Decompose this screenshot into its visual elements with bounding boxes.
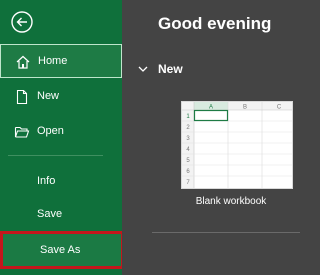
- nav-save-label: Save: [37, 208, 63, 220]
- page-title: Good evening: [158, 14, 272, 33]
- sidebar-divider: [8, 155, 103, 156]
- nav-save-as[interactable]: Save As: [0, 231, 124, 269]
- nav-home-label: Home: [38, 55, 68, 67]
- spreadsheet-grid-icon: A B C 1 2 3 4 5 6 7: [182, 102, 292, 188]
- nav-info[interactable]: Info: [0, 165, 122, 199]
- backstage-main: Good evening New A B C 1 2 3 4 5 6 7 Bla…: [122, 0, 300, 275]
- blank-workbook-label[interactable]: Blank workbook: [166, 196, 296, 207]
- nav-open[interactable]: Open: [0, 115, 122, 149]
- nav-new[interactable]: New: [0, 80, 122, 114]
- column-header: A: [209, 105, 213, 111]
- column-header: C: [277, 105, 282, 111]
- home-icon: [15, 54, 31, 70]
- blank-workbook-thumbnail[interactable]: A B C 1 2 3 4 5 6 7: [181, 101, 293, 189]
- nav-new-label: New: [37, 90, 60, 102]
- chevron-down-icon[interactable]: [136, 62, 150, 76]
- nav-home[interactable]: Home: [0, 44, 122, 78]
- back-button[interactable]: [10, 10, 34, 34]
- section-title-new[interactable]: New: [158, 62, 183, 76]
- back-arrow-icon: [11, 11, 33, 33]
- column-header: B: [243, 105, 247, 111]
- nav-open-label: Open: [37, 125, 64, 137]
- folder-open-icon: [14, 124, 30, 140]
- nav-save-as-label: Save As: [40, 244, 81, 256]
- content-divider: [152, 232, 300, 233]
- new-document-icon: [14, 89, 30, 105]
- nav-info-label: Info: [37, 175, 56, 187]
- nav-save[interactable]: Save: [0, 198, 122, 232]
- backstage-sidebar: Home New Open Info Save Save As: [0, 0, 124, 275]
